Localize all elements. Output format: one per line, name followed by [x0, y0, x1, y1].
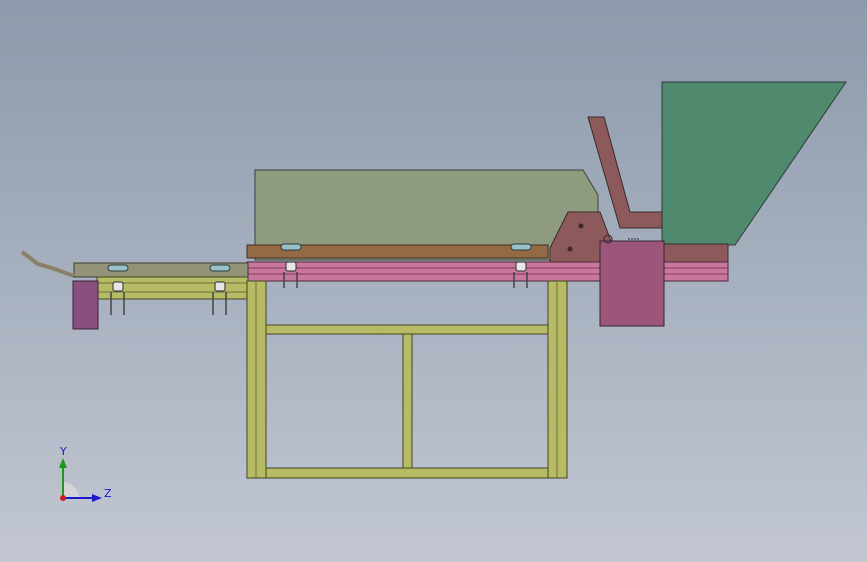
gearbox[interactable]	[599, 240, 665, 327]
discharge-chute[interactable]	[20, 250, 75, 278]
frame-crossbar-bottom[interactable]	[265, 467, 549, 479]
y-axis-arrow	[59, 458, 67, 468]
hopper[interactable]	[661, 81, 847, 246]
inclined-bracket-arm[interactable]	[587, 116, 663, 229]
triad-origin	[60, 495, 66, 501]
side-plate-bolt	[578, 223, 584, 229]
cad-viewport[interactable]: Y Z	[0, 0, 867, 562]
z-axis-arrow	[92, 494, 102, 502]
coordinate-triad[interactable]: Y Z	[50, 440, 120, 510]
frame-center-post[interactable]	[402, 333, 413, 469]
conveyor-machine-model[interactable]	[0, 0, 867, 562]
frame-crossbar-top[interactable]	[265, 324, 549, 335]
z-axis-label: Z	[104, 487, 112, 500]
y-axis-label: Y	[59, 445, 67, 458]
triad-arc	[63, 482, 79, 498]
left-motor-block[interactable]	[72, 280, 99, 330]
side-plate-bolt	[567, 246, 573, 252]
